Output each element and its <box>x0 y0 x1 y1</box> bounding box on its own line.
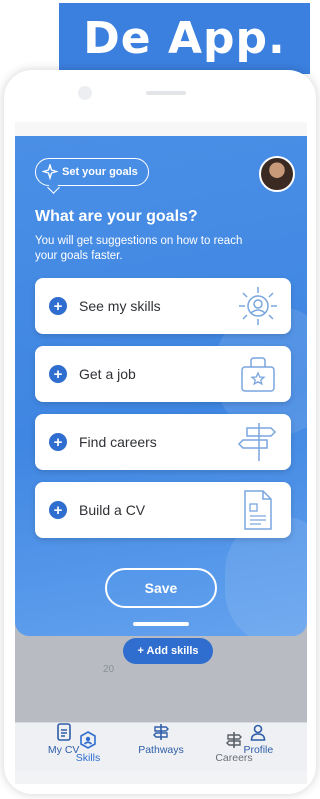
goals-modal: Set your goals What are your goals? You … <box>15 136 307 636</box>
plus-icon: + <box>49 297 67 315</box>
sparkle-goal-icon <box>42 164 58 180</box>
modal-subtitle: You will get suggestions on how to reach… <box>35 235 243 262</box>
nav-my-cv[interactable]: My CV <box>15 714 112 764</box>
goal-find-careers[interactable]: + Find careers <box>35 414 291 470</box>
goal-see-my-skills[interactable]: + See my skills <box>35 278 291 334</box>
phone-frame: + Add skills 20 Set your goals What are … <box>4 70 316 794</box>
nav-profile[interactable]: Profile <box>210 714 307 764</box>
home-indicator <box>133 622 189 626</box>
plus-icon: + <box>49 501 67 519</box>
goal-label: Find careers <box>79 434 157 450</box>
set-goals-label: Set your goals <box>62 166 138 178</box>
nav-my-cv-label: My CV <box>47 743 80 756</box>
plus-icon: + <box>49 433 67 451</box>
goal-label: See my skills <box>79 298 161 314</box>
phone-screen: + Add skills 20 Set your goals What are … <box>15 122 307 784</box>
goal-label: Get a job <box>79 366 136 382</box>
faded-text: 20 <box>103 664 115 675</box>
status-bar <box>15 122 307 136</box>
job-bag-illustration-icon <box>241 357 275 392</box>
goal-get-a-job[interactable]: + Get a job <box>35 346 291 402</box>
speaker-slot <box>146 91 186 95</box>
goal-label: Build a CV <box>79 502 146 518</box>
plus-icon: + <box>49 365 67 383</box>
modal-title: What are your goals? <box>35 208 198 225</box>
nav-pathways-label: Pathways <box>138 743 184 756</box>
cv-document-icon <box>56 722 71 741</box>
nav-pathways[interactable]: Pathways <box>112 714 209 764</box>
skills-illustration-icon <box>239 287 277 325</box>
front-camera <box>78 86 92 100</box>
nav-profile-label: Profile <box>243 743 274 756</box>
avatar[interactable] <box>259 156 295 192</box>
save-button[interactable]: Save <box>105 568 217 608</box>
signpost-icon <box>152 723 169 740</box>
app-title-banner: De App. <box>59 3 310 74</box>
signpost-illustration-icon <box>237 423 277 461</box>
add-skills-button[interactable]: + Add skills <box>123 638 213 664</box>
goal-build-a-cv[interactable]: + Build a CV <box>35 482 291 538</box>
document-illustration-icon <box>244 490 272 530</box>
user-icon <box>251 724 266 741</box>
bottom-nav: My CV Pathways Profile <box>15 714 307 764</box>
